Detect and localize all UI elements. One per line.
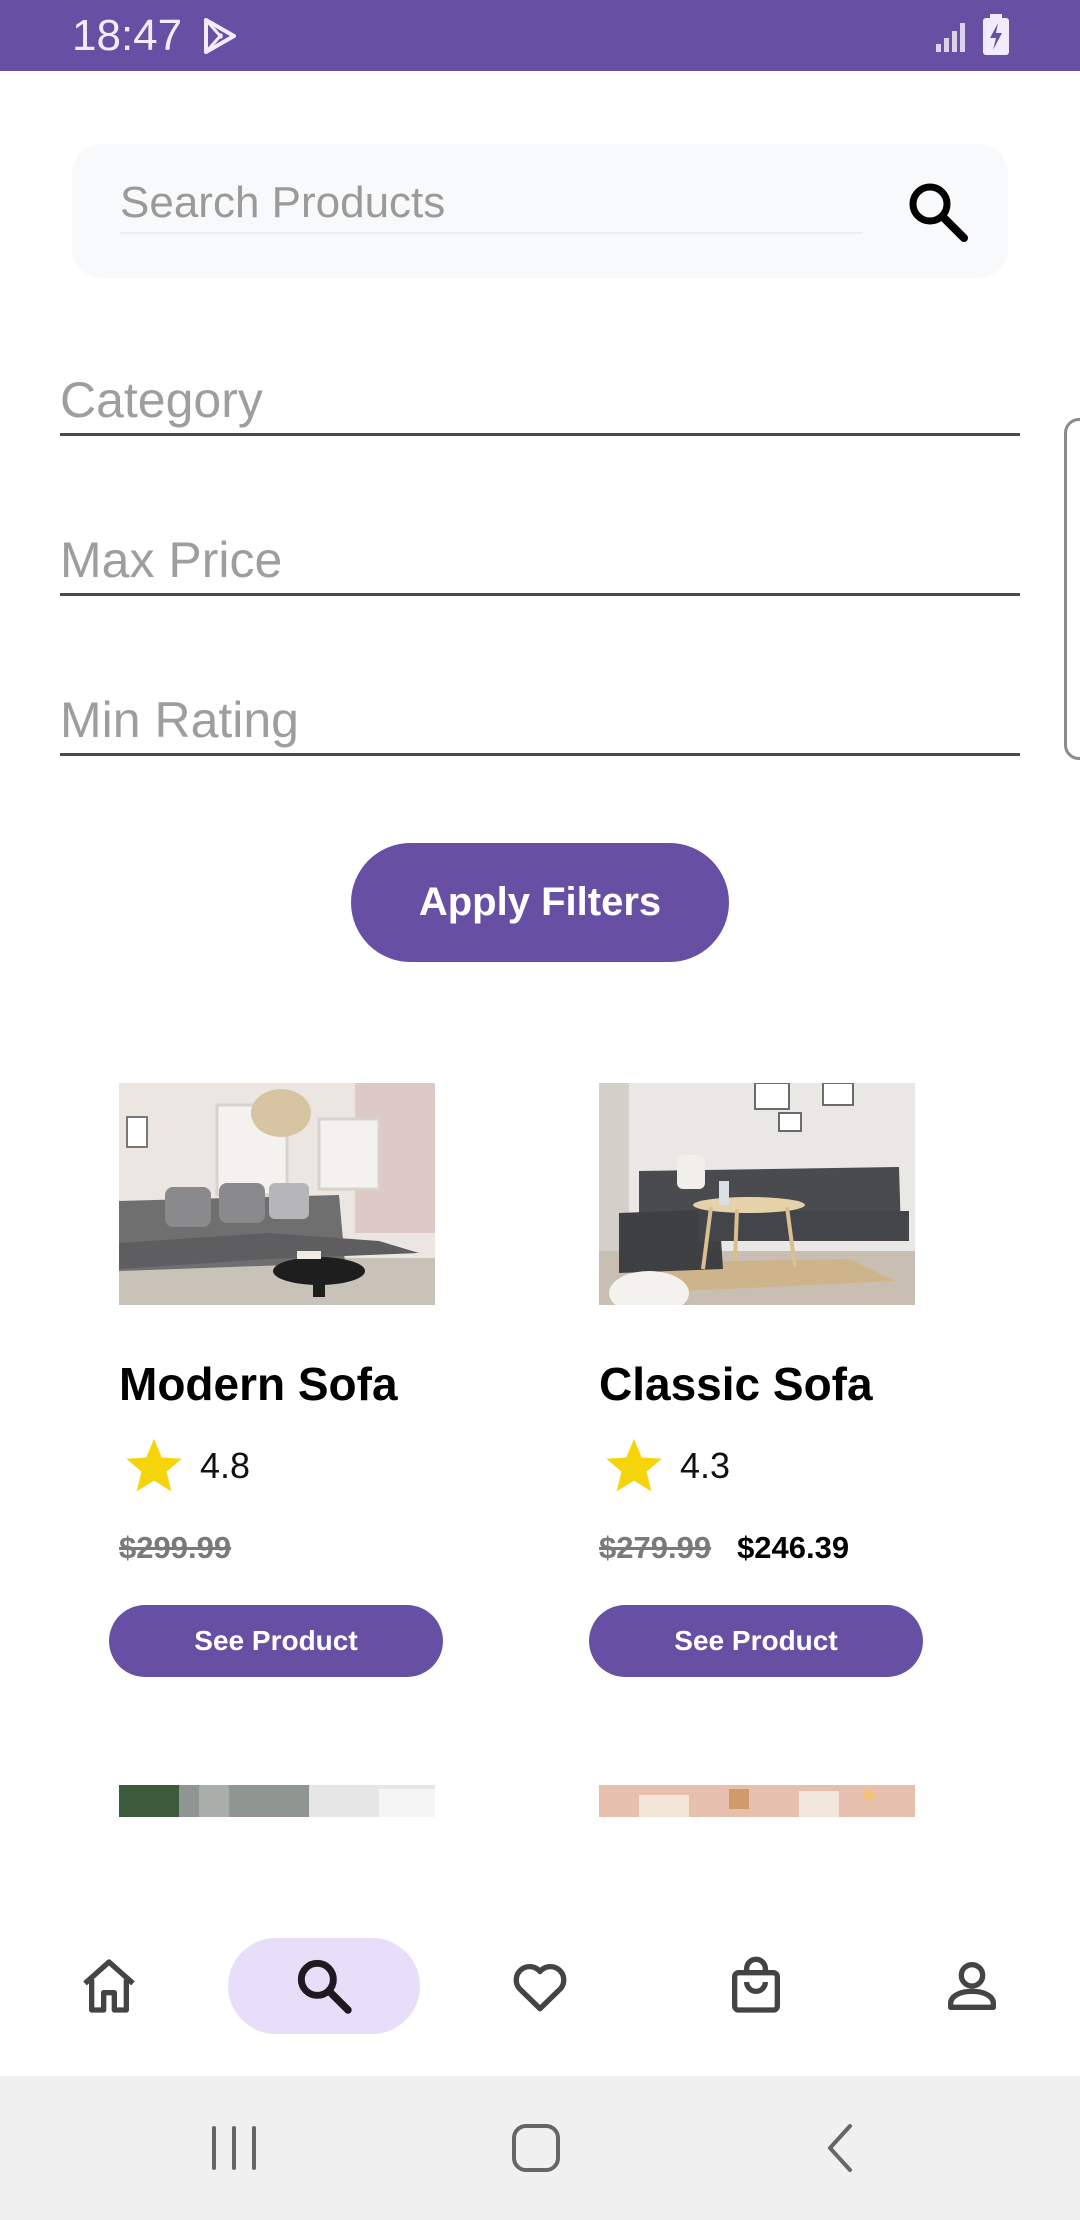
min-rating-input[interactable] <box>60 676 1020 753</box>
heart-icon <box>513 1963 567 2012</box>
partial-product-image <box>599 1785 915 1817</box>
product-price-row: $279.99 $246.39 <box>599 1530 849 1566</box>
product-rating: 4.3 <box>602 1434 730 1498</box>
search-box <box>72 144 1008 278</box>
product-original-price: $279.99 <box>599 1530 712 1565</box>
product-sale-price: $246.39 <box>737 1530 850 1565</box>
profile-icon <box>948 1962 996 2010</box>
product-name: Modern Sofa <box>119 1358 398 1410</box>
product-rating: 4.8 <box>122 1434 250 1498</box>
category-field <box>60 356 1020 436</box>
battery-charging-icon <box>983 14 1009 55</box>
product-search-screen: 18:47 Apply Filters <box>0 0 1080 2220</box>
nav-cart[interactable] <box>720 1938 792 2034</box>
product-price-row: $299.99 <box>119 1530 231 1566</box>
product-image-modern-sofa[interactable] <box>119 1083 435 1305</box>
shopping-bag-icon <box>732 1956 780 2013</box>
system-navigation-bar <box>0 2076 1080 2220</box>
search-icon[interactable] <box>904 178 974 248</box>
bottom-navigation <box>0 1918 1080 2074</box>
max-price-input[interactable] <box>60 516 1020 593</box>
search-icon <box>297 1959 352 2014</box>
signal-icon <box>936 23 965 52</box>
min-rating-field <box>60 676 1020 756</box>
product-price: $299.99 <box>119 1530 232 1565</box>
product-image-partial[interactable] <box>599 1785 915 1817</box>
status-bar: 18:47 <box>0 0 1080 71</box>
product-name: Classic Sofa <box>599 1358 873 1410</box>
star-icon <box>606 1438 662 1492</box>
nav-home[interactable] <box>74 1938 144 2034</box>
nav-favorites[interactable] <box>504 1938 576 2034</box>
product-image-classic-sofa[interactable] <box>599 1083 915 1305</box>
nav-profile[interactable] <box>936 1938 1008 2034</box>
rating-value: 4.8 <box>200 1445 251 1486</box>
scroll-handle[interactable] <box>1064 418 1080 760</box>
search-input[interactable] <box>120 174 862 234</box>
modern-sofa-image <box>119 1083 435 1305</box>
apply-filters-button[interactable]: Apply Filters <box>351 843 729 962</box>
recents-icon[interactable] <box>202 2116 266 2180</box>
classic-sofa-image <box>599 1083 915 1305</box>
see-product-button[interactable]: See Product <box>589 1605 923 1677</box>
nav-search[interactable] <box>228 1938 420 2034</box>
product-image-partial[interactable] <box>119 1785 435 1817</box>
see-product-button[interactable]: See Product <box>109 1605 443 1677</box>
home-button-icon[interactable] <box>504 2116 568 2180</box>
status-time: 18:47 <box>72 11 183 60</box>
play-store-icon <box>204 18 236 54</box>
max-price-field <box>60 516 1020 596</box>
back-icon[interactable] <box>808 2116 872 2180</box>
home-icon <box>83 1959 135 2013</box>
star-icon <box>126 1438 182 1492</box>
partial-product-image <box>119 1785 435 1817</box>
rating-value: 4.3 <box>680 1445 731 1486</box>
category-input[interactable] <box>60 356 1020 433</box>
